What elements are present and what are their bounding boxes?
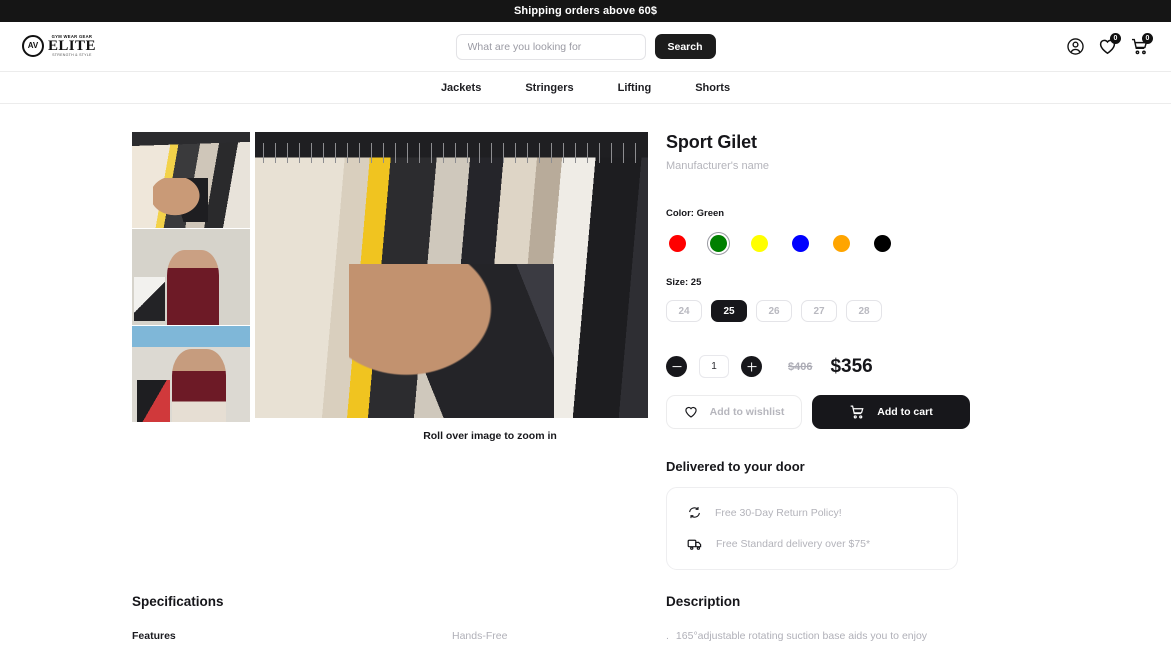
delivery-section-title: Delivered to your door (666, 459, 805, 474)
truck-icon (687, 536, 703, 552)
add-to-cart-button[interactable]: Add to cart (812, 395, 970, 429)
thumbnail-1-image (132, 132, 250, 228)
description-bullet-list: . 165°adjustable rotating suction base a… (666, 629, 1078, 644)
main-product-image-photo (255, 132, 648, 418)
size-label: Size: 25 (666, 277, 702, 288)
purchase-row: 1 $406 $356 (666, 355, 1078, 378)
thumbnail-list (132, 132, 250, 422)
current-price: $356 (830, 355, 873, 377)
main-nav: Jackets Stringers Lifting Shorts (0, 72, 1171, 104)
announcement-bar: Shipping orders above 60$ (0, 0, 1171, 22)
description-title: Description (666, 594, 741, 609)
size-option-27[interactable]: 27 (801, 300, 837, 322)
brand-name: Manufacturer's name (666, 160, 769, 172)
specifications-title: Specifications (132, 594, 224, 609)
logo-mark-icon: AV (22, 35, 44, 58)
quantity-increase-button[interactable] (741, 356, 762, 377)
add-to-wishlist-label: Add to wishlist (709, 406, 785, 418)
thumbnail-2[interactable] (132, 229, 250, 325)
thumbnail-3-image (132, 326, 250, 422)
color-swatch-red[interactable] (666, 232, 689, 255)
nav-item-shorts[interactable]: Shorts (695, 82, 730, 94)
main-product-image[interactable] (255, 132, 648, 418)
specification-row: Features Hands-Free (132, 630, 648, 642)
size-option-24[interactable]: 24 (666, 300, 702, 322)
product-details-column: Sport Gilet Manufacturer's name Color: G… (648, 132, 1078, 570)
cart-icon[interactable]: 0 (1130, 33, 1153, 56)
product-gallery (132, 132, 648, 422)
header-icon-group: 0 0 (1066, 33, 1153, 56)
color-swatch-orange[interactable] (830, 232, 853, 255)
bottom-sections: Specifications Features Hands-Free Descr… (0, 594, 1171, 644)
cart-icon (849, 404, 865, 420)
add-to-cart-label: Add to cart (877, 406, 933, 418)
cart-badge: 0 (1142, 33, 1153, 44)
specification-key: Features (132, 630, 176, 642)
account-icon[interactable] (1066, 37, 1085, 56)
logo-mark-text: AV (27, 41, 39, 51)
color-swatch-list (666, 232, 1078, 255)
delivery-row-shipping-text: Free Standard delivery over $75* (716, 538, 871, 550)
logo-main-text: ELITE (48, 38, 96, 55)
heart-icon (684, 405, 698, 419)
logo-wordmark: GYM WEAR GEAR ELITE STRENGTH & STYLE (48, 33, 96, 58)
logo-top-text: GYM WEAR GEAR (51, 33, 93, 40)
color-swatch-blue[interactable] (789, 232, 812, 255)
size-option-26[interactable]: 26 (756, 300, 792, 322)
delivery-row-return-text: Free 30-Day Return Policy! (715, 506, 842, 519)
delivery-info-card: Free 30-Day Return Policy! Free Standard… (666, 487, 958, 570)
bullet-dot-icon: . (666, 630, 669, 642)
description-section: Description . 165°adjustable rotating su… (648, 594, 1078, 644)
nav-item-lifting[interactable]: Lifting (618, 82, 652, 94)
action-button-group: Add to wishlist Add to cart (666, 395, 1078, 429)
add-to-wishlist-button[interactable]: Add to wishlist (666, 395, 802, 429)
color-swatch-yellow[interactable] (748, 232, 771, 255)
site-header: AV GYM WEAR GEAR ELITE STRENGTH & STYLE … (0, 22, 1171, 72)
search-input[interactable] (455, 33, 646, 60)
description-bullet-text: 165°adjustable rotating suction base aid… (675, 630, 928, 642)
delivery-row-return: Free 30-Day Return Policy! (687, 505, 937, 520)
delivery-row-shipping: Free Standard delivery over $75* (687, 536, 937, 552)
description-bullet: . 165°adjustable rotating suction base a… (666, 629, 1078, 644)
size-option-25[interactable]: 25 (711, 300, 747, 322)
thumbnail-3[interactable] (132, 326, 250, 422)
thumbnail-1[interactable] (132, 132, 250, 228)
wishlist-badge: 0 (1110, 33, 1121, 44)
site-logo[interactable]: AV GYM WEAR GEAR ELITE STRENGTH & STYLE (22, 33, 96, 58)
announcement-text: Shipping orders above 60$ (513, 5, 658, 17)
product-page: Roll over image to zoom in Sport Gilet M… (0, 104, 1171, 570)
search-button[interactable]: Search (654, 34, 716, 59)
color-label: Color: Green (666, 208, 725, 219)
old-price: $406 (788, 360, 813, 373)
specification-value: Hands-Free (452, 630, 508, 642)
nav-item-stringers[interactable]: Stringers (525, 82, 573, 94)
gallery-column: Roll over image to zoom in (28, 132, 648, 570)
color-swatch-green[interactable] (707, 232, 730, 255)
return-icon (687, 505, 702, 520)
wishlist-icon[interactable]: 0 (1098, 33, 1121, 56)
search-area: Search (455, 33, 716, 60)
thumbnail-2-image (132, 229, 250, 325)
nav-item-jackets[interactable]: Jackets (441, 82, 481, 94)
size-option-list: 24 25 26 27 28 (666, 300, 1078, 322)
size-option-28[interactable]: 28 (846, 300, 882, 322)
color-swatch-black[interactable] (871, 232, 894, 255)
page-title: Sport Gilet (666, 132, 757, 152)
specifications-section: Specifications Features Hands-Free (28, 594, 648, 644)
quantity-decrease-button[interactable] (666, 356, 687, 377)
logo-sub-text: STRENGTH & STYLE (52, 53, 92, 58)
quantity-value[interactable]: 1 (699, 355, 729, 378)
